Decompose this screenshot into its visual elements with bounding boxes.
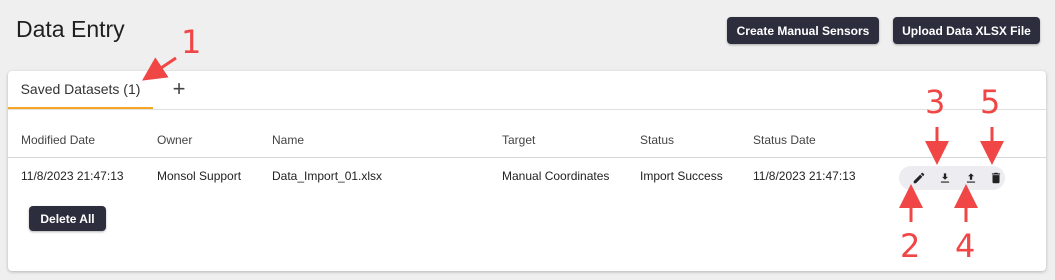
- callout-number-1: 1: [181, 23, 202, 61]
- callout-arrow-1: [142, 56, 177, 81]
- callout-number-2: 2: [900, 227, 921, 265]
- callout-number-5: 5: [980, 83, 1001, 121]
- callout-number-4: 4: [955, 227, 976, 265]
- callout-number-3: 3: [925, 83, 946, 121]
- annotation-arrows: [142, 56, 1004, 222]
